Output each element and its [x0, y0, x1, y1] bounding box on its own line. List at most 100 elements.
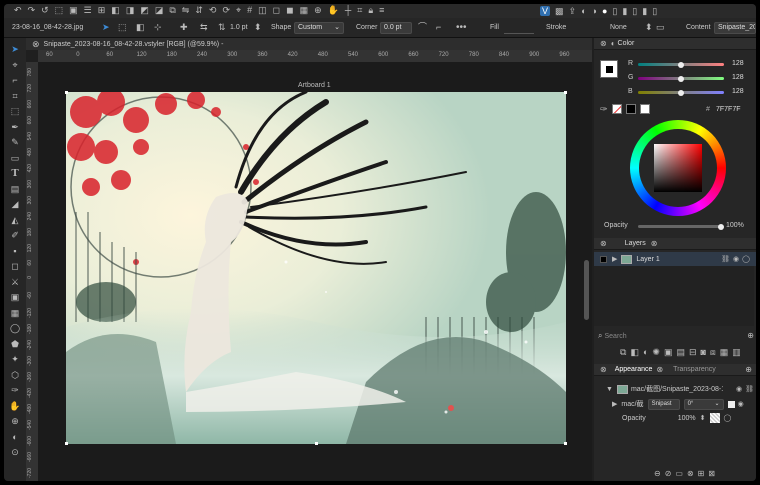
- layer-row[interactable]: ▶ Layer 1 ⛓ ◉ ◯: [594, 252, 756, 266]
- channel-b-value[interactable]: 128: [732, 88, 744, 95]
- rotate-right-icon[interactable]: ⟳: [222, 6, 230, 15]
- layers-panel-header[interactable]: ⊗ Layers ⊗: [594, 238, 756, 250]
- pen-tool-icon[interactable]: ✒: [4, 120, 26, 136]
- channel-r-slider[interactable]: [638, 61, 724, 68]
- sub-angle-select[interactable]: 0° ⌄: [683, 398, 724, 410]
- arrange-icon[interactable]: ▣: [69, 6, 78, 15]
- corner-type-icon[interactable]: ⌐: [436, 23, 441, 32]
- move-tool-icon[interactable]: ➤: [102, 23, 110, 32]
- duplicate-layer-icon[interactable]: ⧈: [710, 348, 716, 357]
- hex-value[interactable]: 7F7F7F: [716, 106, 741, 113]
- content-field[interactable]: Snipaste_20: [714, 22, 756, 34]
- opacity-stepper-icon[interactable]: ⬍: [700, 415, 706, 422]
- move-tool-icon[interactable]: ➤: [4, 42, 26, 58]
- color-opacity-value[interactable]: 100%: [726, 222, 744, 229]
- close-color-icon[interactable]: ⊗: [600, 39, 607, 48]
- layer-visibility-icon[interactable]: ◉: [733, 256, 739, 263]
- fx-icon[interactable]: ✺: [652, 348, 660, 357]
- saturation-value-square[interactable]: [654, 144, 702, 192]
- redo-icon[interactable]: ↷: [28, 6, 36, 15]
- layer-name[interactable]: Layer 1: [636, 256, 659, 263]
- none-swatch[interactable]: [611, 104, 622, 114]
- search-input[interactable]: Search: [604, 333, 626, 340]
- flip-h-icon[interactable]: ⇋: [182, 6, 190, 15]
- panel-3-icon[interactable]: ▯: [632, 6, 637, 16]
- selection-handle-bottom[interactable]: [315, 442, 318, 445]
- erase-tool-icon[interactable]: ◻: [4, 259, 26, 275]
- ellipse-tool-icon[interactable]: ◯: [4, 321, 26, 337]
- arrange-layer-icon[interactable]: ⊟: [689, 348, 697, 357]
- item-visibility-icon[interactable]: ◉: [736, 386, 742, 393]
- corner-tool-icon[interactable]: ⌐: [4, 73, 26, 89]
- appearance-menu-icon[interactable]: ⊗: [656, 365, 663, 374]
- grid-icon[interactable]: #: [247, 6, 252, 15]
- channel-r-knob[interactable]: [678, 61, 684, 68]
- table-tool-icon[interactable]: ▦: [4, 306, 26, 322]
- black-swatch[interactable]: [625, 104, 636, 114]
- guides-icon[interactable]: ┼: [345, 6, 351, 15]
- panel-1-icon[interactable]: ▯: [612, 6, 617, 16]
- white-swatch[interactable]: [639, 104, 650, 114]
- crop-tool-icon[interactable]: ⌗: [4, 89, 26, 105]
- shape-select[interactable]: Custom ⌄: [294, 22, 344, 34]
- align-icon[interactable]: ☰: [84, 6, 92, 15]
- boolean-intersect-icon[interactable]: ◩: [140, 6, 149, 15]
- select-object-icon[interactable]: ◧: [136, 23, 145, 32]
- persona-pixel-icon[interactable]: ▩: [555, 6, 564, 16]
- stroke-value[interactable]: None: [610, 24, 627, 31]
- opacity-toggle-icon[interactable]: ◯: [724, 415, 732, 422]
- pixel-icon[interactable]: ▦: [300, 6, 309, 15]
- corner-curve-icon[interactable]: ⌒: [418, 23, 427, 32]
- layer-link-icon[interactable]: ⛓: [721, 256, 730, 263]
- persona-designer-icon[interactable]: V: [540, 6, 550, 16]
- constraint-icon[interactable]: ⌗: [357, 6, 362, 15]
- appearance-action-5-icon[interactable]: ⊞: [698, 470, 705, 478]
- selection-handle-br[interactable]: [564, 442, 567, 445]
- checker-swatch[interactable]: [709, 413, 720, 423]
- close-layers-icon[interactable]: ⊗: [600, 239, 607, 248]
- transform-icon[interactable]: ⬚: [55, 6, 64, 15]
- pixel-tool-icon[interactable]: ▪: [4, 244, 26, 260]
- vertical-scrollbar[interactable]: [584, 260, 589, 320]
- new-group-icon[interactable]: ▣: [664, 348, 673, 357]
- adjustment-icon[interactable]: ◐: [643, 348, 648, 357]
- marquee-tool-icon[interactable]: ⬚: [4, 104, 26, 120]
- channel-g-slider[interactable]: [638, 75, 724, 82]
- appearance-action-2-icon[interactable]: ⊘: [665, 470, 672, 478]
- fill-swatch[interactable]: [504, 22, 534, 34]
- polygon-tool-icon[interactable]: ⬡: [4, 368, 26, 384]
- appearance-item-row[interactable]: ▼ mac/截图/Snipaste_2023-08-1 ◉ ⛓: [606, 383, 754, 395]
- color-opacity-slider[interactable]: [638, 223, 724, 230]
- transparency-tool-icon[interactable]: ◭: [4, 213, 26, 229]
- studio-toggle-2-icon[interactable]: ◑: [592, 6, 597, 16]
- distribute-icon[interactable]: ⊞: [98, 6, 106, 15]
- color-wheel[interactable]: [630, 120, 726, 216]
- corner-input[interactable]: 0.0 pt: [380, 22, 412, 34]
- shape-tool-icon[interactable]: ⬟: [4, 337, 26, 353]
- appearance-sub-row[interactable]: ▶ mac/截 Snipast 0° ⌄ ◉: [612, 398, 754, 410]
- channel-r-value[interactable]: 128: [732, 60, 744, 67]
- node-tool-icon[interactable]: ⌖: [4, 58, 26, 74]
- stroke-width-stepper-icon[interactable]: ⬍: [254, 23, 262, 32]
- expand-layer-icon[interactable]: ▶: [612, 256, 617, 263]
- close-appearance-icon[interactable]: ⊗: [600, 365, 607, 374]
- position-icon[interactable]: ✚: [180, 23, 188, 32]
- stroke-dropdown-icon[interactable]: ⬍: [645, 23, 653, 32]
- color-panel-header[interactable]: ⊗ ◐ Color: [594, 38, 756, 50]
- appearance-action-4-icon[interactable]: ⊗: [687, 470, 694, 478]
- channel-b-knob[interactable]: [678, 89, 684, 96]
- sub-item-select[interactable]: Snipast: [647, 398, 680, 410]
- hand-icon[interactable]: ✋: [328, 6, 339, 15]
- sub-visibility-icon[interactable]: ◉: [738, 401, 744, 408]
- preview-icon[interactable]: ◼: [286, 6, 293, 15]
- channel-g-value[interactable]: 128: [732, 74, 744, 81]
- stroke-swatch[interactable]: [605, 65, 614, 74]
- flip-v-icon[interactable]: ⇵: [195, 6, 203, 15]
- merge-layer-icon[interactable]: ▦: [720, 348, 729, 357]
- rectangle-tool-icon[interactable]: ▭: [4, 151, 26, 167]
- swatches-tool-icon[interactable]: ◐: [4, 430, 26, 446]
- rotation-icon[interactable]: ⇆: [200, 23, 208, 32]
- panel-2-icon[interactable]: ▮: [622, 6, 627, 16]
- transform-origin-icon[interactable]: ⊹: [154, 23, 162, 32]
- layers-menu-icon[interactable]: ⊗: [651, 239, 658, 248]
